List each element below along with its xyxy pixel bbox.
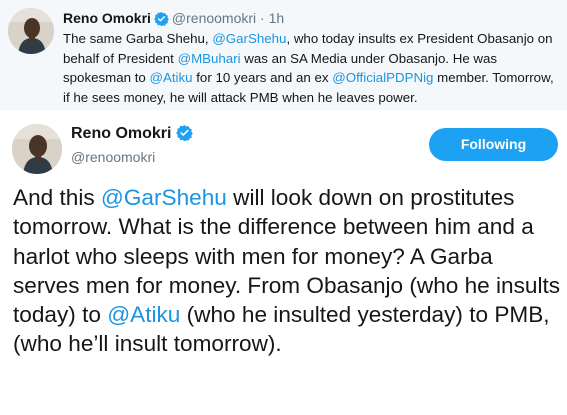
mention-link[interactable]: @GarShehu — [212, 31, 286, 46]
mention-link[interactable]: @GarShehu — [101, 185, 227, 210]
tweet-text-segment: The same Garba Shehu, — [63, 31, 213, 46]
parent-author-name[interactable]: Reno Omokri — [63, 10, 151, 26]
parent-timestamp[interactable]: 1h — [269, 10, 285, 26]
main-author-name[interactable]: Reno Omokri — [71, 125, 171, 142]
parent-tweet[interactable]: Reno Omokri @renoomokri · 1h The same Gar… — [0, 0, 567, 110]
following-button[interactable]: Following — [429, 128, 558, 161]
verified-badge-icon — [176, 124, 194, 147]
parent-avatar[interactable] — [8, 8, 54, 54]
timestamp-separator: · — [260, 10, 265, 26]
parent-tweet-text: The same Garba Shehu, @GarShehu, who tod… — [63, 29, 559, 107]
main-tweet-text: And this @GarShehu will look down on pro… — [13, 183, 563, 359]
main-author-name-row: Reno Omokri — [71, 124, 196, 147]
mention-link[interactable]: @OfficialPDPNig — [332, 70, 433, 85]
parent-author-handle[interactable]: @renoomokri — [172, 10, 256, 26]
tweet-text-segment: And this — [13, 185, 101, 210]
parent-tweet-header: Reno Omokri @renoomokri · 1h — [63, 9, 284, 30]
mention-link[interactable]: @Atiku — [149, 70, 192, 85]
verified-badge-icon — [154, 11, 169, 30]
main-avatar[interactable] — [12, 124, 62, 174]
main-author-handle[interactable]: @renoomokri — [71, 148, 155, 166]
mention-link[interactable]: @MBuhari — [178, 51, 241, 66]
tweet-text-segment: for 10 years and an ex — [192, 70, 333, 86]
mention-link[interactable]: @Atiku — [107, 302, 180, 327]
